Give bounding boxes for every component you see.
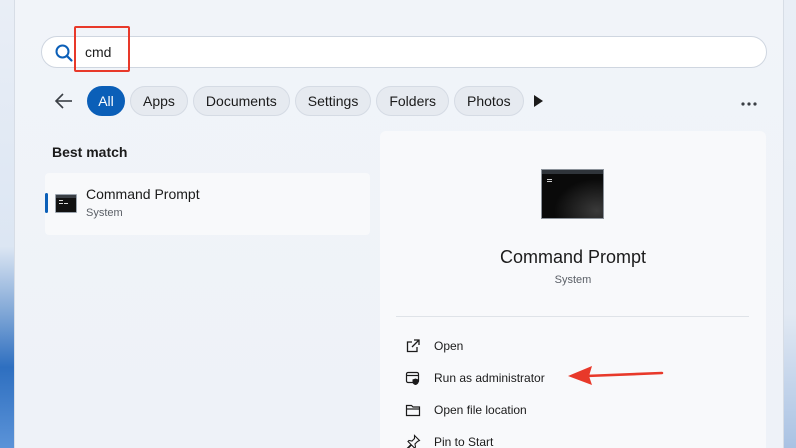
desktop-background-right (784, 0, 796, 448)
filter-folders[interactable]: Folders (376, 86, 450, 116)
detail-subtitle: System (554, 274, 592, 286)
action-run-as-administrator[interactable]: Run as administrator (404, 365, 545, 391)
detail-title: Command Prompt (499, 247, 647, 267)
shield-admin-icon (404, 369, 422, 387)
action-open[interactable]: Open (404, 333, 463, 359)
result-subtitle: System (86, 207, 123, 219)
result-title: Command Prompt (86, 186, 200, 202)
folder-icon (404, 401, 422, 419)
detail-pane: Command Prompt System Open Run as admini… (380, 131, 766, 448)
pin-icon (404, 433, 422, 448)
action-label: Pin to Start (434, 435, 494, 448)
action-pin-to-start[interactable]: Pin to Start (404, 429, 493, 448)
search-highlight-annotation (74, 26, 130, 72)
action-label: Open file location (434, 403, 527, 417)
red-arrow-annotation (568, 366, 664, 385)
action-label: Open (434, 339, 464, 353)
play-icon[interactable] (531, 93, 545, 109)
start-search-panel: cmd All Apps Documents Settings Folders … (14, 0, 784, 448)
filter-settings[interactable]: Settings (294, 86, 372, 116)
command-prompt-large-icon (541, 169, 604, 219)
filter-documents[interactable]: Documents (192, 86, 290, 116)
open-external-icon (404, 337, 422, 355)
action-label: Run as administrator (434, 371, 545, 385)
desktop-background-left (0, 0, 14, 448)
command-prompt-icon (55, 194, 77, 213)
filter-photos[interactable]: Photos (454, 86, 524, 116)
selection-indicator (45, 193, 48, 213)
search-box[interactable]: cmd (41, 36, 767, 68)
divider (396, 316, 749, 317)
best-match-heading: Best match (52, 144, 128, 160)
filter-apps[interactable]: Apps (130, 86, 188, 116)
filter-bar: All Apps Documents Settings Folders Phot… (87, 86, 524, 116)
filter-all[interactable]: All (87, 86, 125, 116)
search-icon (54, 43, 74, 63)
more-horizontal-icon[interactable] (739, 96, 759, 106)
action-open-file-location[interactable]: Open file location (404, 397, 527, 423)
best-match-result[interactable]: Command Prompt System (45, 173, 370, 235)
arrow-left-icon[interactable] (53, 90, 75, 112)
